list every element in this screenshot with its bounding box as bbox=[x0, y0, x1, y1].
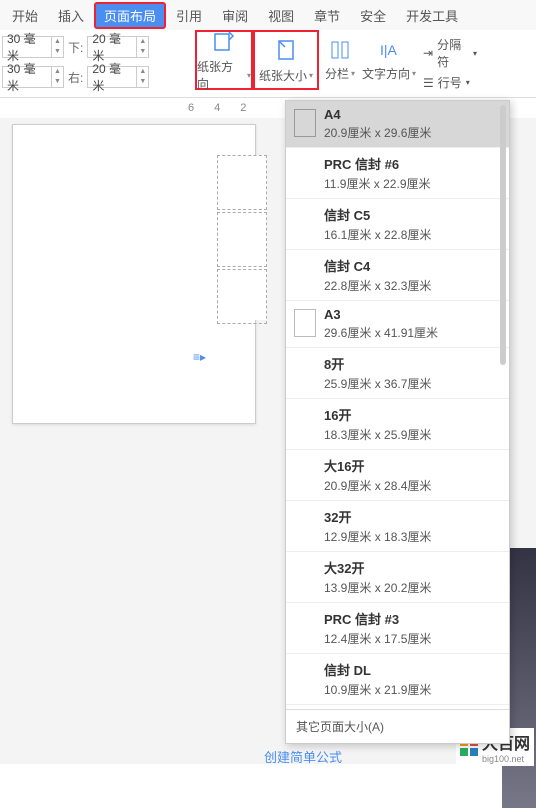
page-icon bbox=[294, 309, 316, 337]
tab-章节[interactable]: 章节 bbox=[304, 2, 350, 29]
text-direction-button[interactable]: I|A 文字方向▾ bbox=[361, 30, 417, 90]
paragraph-mark-icon: ≡▸ bbox=[193, 350, 206, 364]
page-size-option[interactable]: A420.9厘米 x 29.6厘米 bbox=[286, 101, 509, 148]
columns-button[interactable]: 分栏▾ bbox=[319, 30, 361, 90]
page-size-option[interactable]: 16开18.3厘米 x 25.9厘米 bbox=[286, 399, 509, 450]
margin-pre1[interactable]: 30 毫米▲▼ bbox=[2, 36, 64, 58]
tab-安全[interactable]: 安全 bbox=[350, 2, 396, 29]
columns-icon bbox=[329, 39, 351, 61]
tab-开发工具[interactable]: 开发工具 bbox=[396, 2, 468, 29]
page-size-option[interactable]: 信封 C422.8厘米 x 32.3厘米 bbox=[286, 250, 509, 301]
page-icon bbox=[294, 109, 316, 137]
divider-button[interactable]: ⇥分隔符▾ bbox=[423, 36, 477, 70]
page-size-option[interactable]: 8开25.9厘米 x 36.7厘米 bbox=[286, 348, 509, 399]
divider-icon: ⇥ bbox=[423, 46, 433, 60]
page-size-list[interactable]: A420.9厘米 x 29.6厘米PRC 信封 #611.9厘米 x 22.9厘… bbox=[286, 101, 509, 709]
page-size-dropdown: A420.9厘米 x 29.6厘米PRC 信封 #611.9厘米 x 22.9厘… bbox=[285, 100, 510, 744]
tab-审阅[interactable]: 审阅 bbox=[212, 2, 258, 29]
page-orientation-icon bbox=[211, 28, 237, 54]
tab-开始[interactable]: 开始 bbox=[2, 2, 48, 29]
tab-引用[interactable]: 引用 bbox=[166, 2, 212, 29]
tab-页面布局[interactable]: 页面布局 bbox=[94, 2, 166, 29]
margin-controls: 30 毫米▲▼ 下: 20 毫米▲▼ 30 毫米▲▼ 右: 20 毫米▲▼ bbox=[0, 30, 195, 97]
break-group: ⇥分隔符▾ ☰行号▾ bbox=[417, 30, 483, 97]
tab-视图[interactable]: 视图 bbox=[258, 2, 304, 29]
text-direction-icon: I|A bbox=[378, 39, 400, 61]
page-size-option[interactable]: 32开12.9厘米 x 18.3厘米 bbox=[286, 501, 509, 552]
line-number-button[interactable]: ☰行号▾ bbox=[423, 74, 477, 91]
page-size-option[interactable]: PRC 信封 #611.9厘米 x 22.9厘米 bbox=[286, 148, 509, 199]
page-size-button[interactable]: 纸张大小▾ bbox=[253, 30, 319, 90]
more-page-sizes[interactable]: 其它页面大小(A) bbox=[286, 709, 509, 743]
ribbon: 30 毫米▲▼ 下: 20 毫米▲▼ 30 毫米▲▼ 右: 20 毫米▲▼ 纸张… bbox=[0, 30, 536, 98]
margin-right[interactable]: 20 毫米▲▼ bbox=[87, 66, 149, 88]
placeholder-boxes bbox=[217, 155, 267, 320]
svg-text:I|A: I|A bbox=[380, 42, 398, 58]
page-size-icon bbox=[273, 37, 299, 63]
formula-bar[interactable]: 创建简单公式 bbox=[264, 744, 342, 768]
line-number-icon: ☰ bbox=[423, 76, 434, 90]
page-size-option[interactable]: 大16开20.9厘米 x 28.4厘米 bbox=[286, 450, 509, 501]
page-size-option[interactable]: A329.6厘米 x 41.91厘米 bbox=[286, 301, 509, 348]
page-size-option[interactable]: PRC 信封 #312.4厘米 x 17.5厘米 bbox=[286, 603, 509, 654]
page-orientation-button[interactable]: 纸张方向▾ bbox=[195, 30, 253, 90]
tab-插入[interactable]: 插入 bbox=[48, 2, 94, 29]
page-size-option[interactable]: 信封 DL10.9厘米 x 21.9厘米 bbox=[286, 654, 509, 705]
margin-bottom[interactable]: 20 毫米▲▼ bbox=[87, 36, 149, 58]
margin-pre2[interactable]: 30 毫米▲▼ bbox=[2, 66, 64, 88]
tab-bar: 开始插入页面布局引用审阅视图章节安全开发工具 bbox=[0, 0, 536, 30]
page: ≡▸ bbox=[12, 124, 256, 424]
scrollbar[interactable] bbox=[500, 105, 506, 365]
page-size-option[interactable]: 信封 C516.1厘米 x 22.8厘米 bbox=[286, 199, 509, 250]
page-size-option[interactable]: 大32开13.9厘米 x 20.2厘米 bbox=[286, 552, 509, 603]
